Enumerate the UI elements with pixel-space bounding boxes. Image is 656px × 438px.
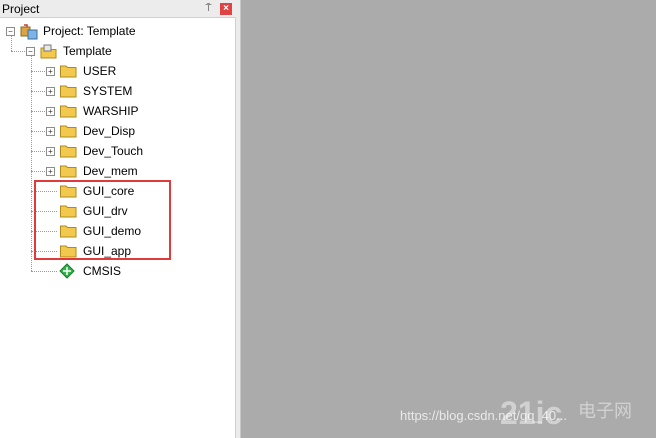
expand-toggle[interactable]: + (46, 127, 55, 136)
expand-toggle[interactable]: + (46, 67, 55, 76)
tree-connector (31, 71, 45, 72)
expand-toggle[interactable]: + (46, 87, 55, 96)
folder-icon (60, 144, 77, 163)
expand-toggle[interactable]: + (46, 167, 55, 176)
folder-icon (60, 104, 77, 123)
tree-node-group[interactable]: + SYSTEM (0, 82, 236, 100)
tree-connector (31, 131, 45, 132)
highlight-box (34, 180, 171, 260)
folder-icon (60, 64, 77, 83)
tree-node-group[interactable]: + WARSHIP (0, 102, 236, 120)
expand-toggle[interactable]: + (46, 107, 55, 116)
panel-titlebar: Project ⍑ × (0, 0, 236, 18)
panel-title: Project (2, 2, 40, 16)
expand-toggle[interactable]: + (46, 147, 55, 156)
tree-connector (31, 111, 45, 112)
tree-node-label: Dev_Touch (83, 144, 144, 158)
tree-node-group[interactable]: + Dev_Touch (0, 142, 236, 160)
tree-node-project[interactable]: − Project: Template (0, 22, 236, 40)
tree-node-label: Template (63, 44, 112, 58)
collapse-toggle[interactable]: − (6, 27, 15, 36)
tree-node-component[interactable]: CMSIS (0, 262, 236, 280)
tree-connector (31, 271, 57, 272)
folder-icon (60, 84, 77, 103)
tree-node-label: USER (83, 64, 117, 78)
tree-node-label: WARSHIP (83, 104, 139, 118)
tree-node-group[interactable]: + Dev_mem (0, 162, 236, 180)
tree-node-group[interactable]: + Dev_Disp (0, 122, 236, 140)
collapse-toggle[interactable]: − (26, 47, 35, 56)
tree-connector (31, 151, 45, 152)
tree-connector (31, 171, 45, 172)
close-icon[interactable]: × (220, 3, 232, 15)
tree-node-label: CMSIS (83, 264, 122, 278)
tree-node-label: Dev_Disp (83, 124, 136, 138)
watermark-logo-cn: 电子网 (578, 401, 632, 422)
tree-node-label: Project: Template (43, 24, 136, 38)
tree-connector (31, 91, 45, 92)
tree-node-label: SYSTEM (83, 84, 133, 98)
watermark-logo: 21ic (500, 395, 563, 431)
cmsis-icon (59, 263, 75, 284)
pin-icon[interactable]: ⍑ (202, 3, 215, 15)
tree-node-group[interactable]: + USER (0, 62, 236, 80)
project-panel: Project ⍑ × − Project: Template − Templa… (0, 0, 236, 438)
tree-node-label: Dev_mem (83, 164, 138, 178)
folder-icon (60, 124, 77, 143)
panel-splitter[interactable] (236, 0, 241, 438)
tree-node-target[interactable]: − Template (0, 42, 236, 60)
